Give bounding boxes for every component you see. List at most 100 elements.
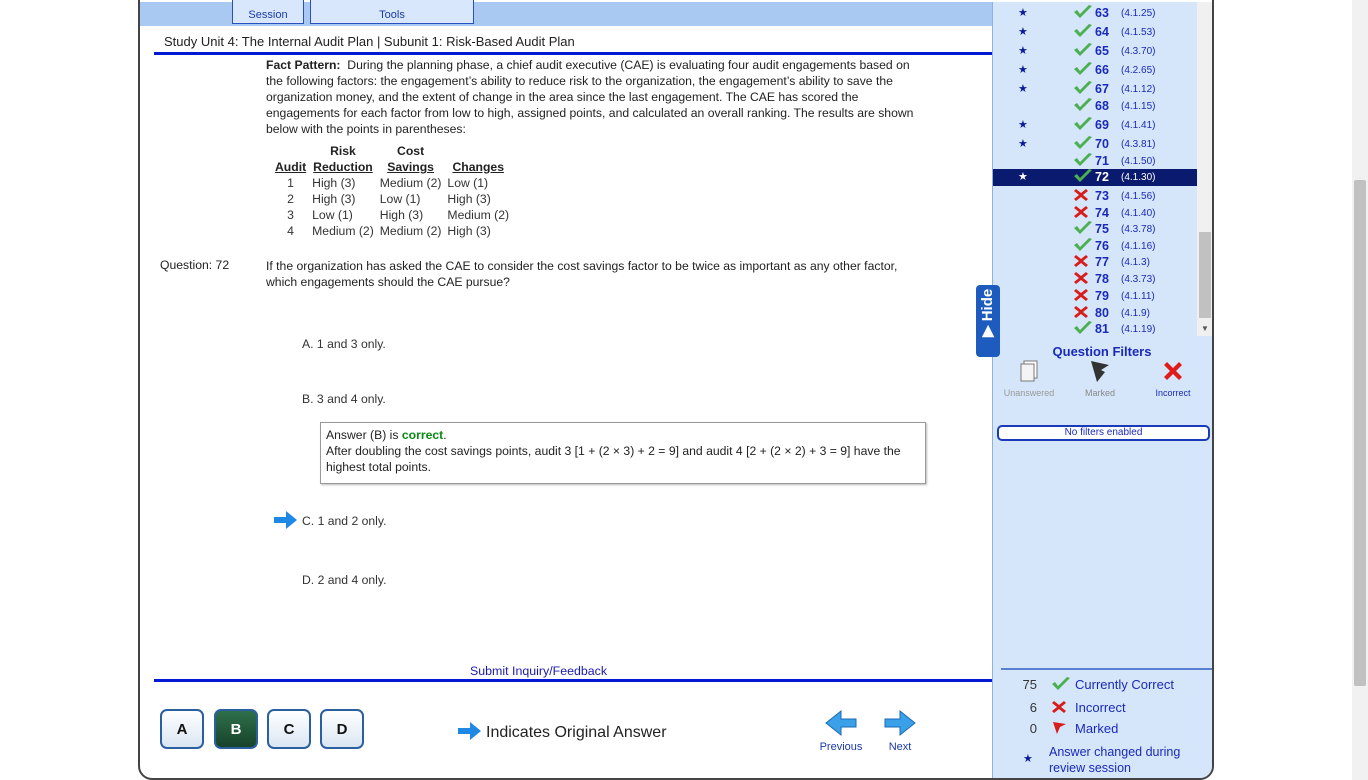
star-icon: ★ (1023, 753, 1033, 765)
question-list-number: 65 (1095, 44, 1109, 58)
x-icon (1073, 205, 1089, 222)
fact-pattern-text: During the planning phase, a chief audit… (266, 58, 914, 136)
question-list-number: 64 (1095, 25, 1109, 39)
review-sidebar: ★ 63 (4.1.25) ★ 64 (4.1.53) ★ 65 (4.3.70) ★ 66 (4.2… (992, 2, 1212, 778)
answer-suffix: . (443, 428, 447, 442)
check-icon (1073, 62, 1093, 79)
cell-cost: High (3) (379, 208, 424, 222)
cell-cost: Medium (2) (379, 176, 442, 190)
question-list-item[interactable]: ★ 64 (4.1.53) (993, 24, 1197, 41)
cell-risk: Low (1) (312, 208, 353, 222)
question-list-item[interactable]: 78 (4.3.73) (993, 271, 1197, 288)
tab-session[interactable]: Session (232, 0, 304, 24)
cell-risk: High (3) (312, 176, 356, 190)
filter-marked[interactable]: Marked (1073, 358, 1127, 398)
tab-bar: Session Tools (140, 0, 992, 26)
original-answer-arrow-icon (274, 510, 298, 535)
star-icon: ★ (1018, 7, 1028, 19)
hide-sidebar-button[interactable]: ▶ Hide (976, 285, 1000, 357)
app-frame: Session Tools Study Unit 4: The Internal… (138, 0, 1214, 780)
star-icon: ★ (1018, 45, 1028, 57)
question-list-item[interactable]: ★ 67 (4.1.12) (993, 81, 1197, 98)
star-icon: ★ (1018, 119, 1028, 131)
question-list-item[interactable]: ★ 70 (4.3.81) (993, 136, 1197, 153)
x-icon (1052, 701, 1066, 713)
answer-button-a[interactable]: A (160, 709, 204, 749)
question-list-number: 80 (1095, 306, 1109, 320)
table-row: 4 Medium (2) Medium (2) High (3) (272, 223, 512, 239)
answer-explanation: Answer (B) is correct. After doubling th… (320, 422, 926, 484)
question-filters-title: Question Filters (1052, 344, 1152, 359)
page-scroll-thumb[interactable] (1354, 180, 1366, 686)
question-list-item[interactable]: 75 (4.3.78) (993, 221, 1197, 238)
divider (154, 679, 992, 682)
question-list-item[interactable]: ★ 69 (4.1.41) (993, 117, 1197, 134)
question-list-item[interactable]: 80 (4.1.9) (993, 305, 1197, 322)
legend-marked-label: Marked (1075, 721, 1119, 736)
question-list-item[interactable]: 74 (4.1.40) (993, 205, 1197, 222)
question-list-item[interactable]: 71 (4.1.50) (993, 153, 1197, 170)
answer-status: correct (401, 428, 444, 442)
check-icon (1073, 43, 1093, 60)
tab-tools[interactable]: Tools (310, 0, 474, 24)
question-list-item[interactable]: ★ 63 (4.1.25) (993, 5, 1197, 22)
question-list-item[interactable]: 68 (4.1.15) (993, 98, 1197, 115)
answer-button-b[interactable]: B (214, 709, 258, 749)
question-list-item[interactable]: ★ 66 (4.2.65) (993, 62, 1197, 79)
question-list-item[interactable]: ★ 65 (4.3.70) (993, 43, 1197, 60)
question-list-item[interactable]: 77 (4.1.3) (993, 254, 1197, 271)
hide-label: ▶ Hide (979, 288, 996, 337)
divider (1001, 668, 1212, 670)
next-button[interactable]: Next (878, 709, 922, 753)
cell-cost: Low (1) (379, 192, 421, 206)
x-icon (1073, 271, 1089, 288)
question-list-number: 75 (1095, 222, 1109, 236)
question-list-ref: (4.1.40) (1121, 208, 1156, 219)
choice-d[interactable]: D. 2 and 4 only. (302, 573, 386, 587)
question-number: Question: 72 (160, 258, 230, 272)
cell-audit: 4 (287, 224, 294, 238)
question-list-scroll-thumb[interactable] (1199, 232, 1211, 318)
answer-button-d[interactable]: D (320, 709, 364, 749)
question-list-ref: (4.1.25) (1121, 8, 1156, 19)
previous-button[interactable]: Previous (814, 709, 868, 753)
filter-unanswered[interactable]: Unanswered (997, 358, 1061, 398)
cell-changes: Low (1) (447, 176, 489, 190)
question-list-ref: (4.2.65) (1121, 65, 1156, 76)
table-row: 3 Low (1) High (3) Medium (2) (272, 207, 512, 223)
question-list-ref: (4.3.73) (1121, 274, 1156, 285)
question-list-item[interactable]: ★ 72 (4.1.30) (993, 169, 1197, 186)
choice-b[interactable]: B. 3 and 4 only. (302, 392, 386, 406)
check-icon (1073, 117, 1093, 134)
question-list-number: 74 (1095, 206, 1109, 220)
x-icon (1073, 305, 1089, 322)
answer-prefix: Answer (B) is (326, 428, 402, 442)
previous-label: Previous (819, 741, 863, 753)
next-label: Next (888, 741, 912, 753)
question-list-number: 63 (1095, 6, 1109, 20)
submit-inquiry-link[interactable]: Submit Inquiry/Feedback (470, 664, 607, 678)
question-list-item[interactable]: 79 (4.1.11) (993, 288, 1197, 305)
question-list-number: 73 (1095, 189, 1109, 203)
question-list-item[interactable]: 76 (4.1.16) (993, 238, 1197, 255)
scroll-down-icon[interactable]: ▼ (1201, 324, 1209, 333)
choice-c[interactable]: C. 1 and 2 only. (302, 514, 386, 528)
flag-icon (1091, 361, 1109, 382)
star-icon: ★ (1018, 26, 1028, 38)
question-list-ref: (4.1.50) (1121, 156, 1156, 167)
col-header-cost: Savings (387, 160, 434, 174)
col-header-audit: Audit (275, 160, 307, 174)
choice-a[interactable]: A. 1 and 3 only. (302, 337, 386, 351)
question-list-item[interactable]: 73 (4.1.56) (993, 188, 1197, 205)
answer-button-c[interactable]: C (267, 709, 311, 749)
question-list-ref: (4.1.41) (1121, 120, 1156, 131)
check-icon (1073, 136, 1093, 153)
original-answer-legend: Indicates Original Answer (458, 721, 667, 742)
question-list-ref: (4.1.15) (1121, 101, 1156, 112)
check-icon (1073, 321, 1093, 336)
question-list-ref: (4.3.70) (1121, 46, 1156, 57)
question-list-item[interactable]: 81 (4.1.19) (993, 321, 1197, 336)
filter-incorrect[interactable]: Incorrect (1143, 358, 1203, 398)
scores-table: Risk Cost Audit Reduction Savings Change… (272, 143, 512, 239)
cell-changes: High (3) (447, 224, 491, 238)
